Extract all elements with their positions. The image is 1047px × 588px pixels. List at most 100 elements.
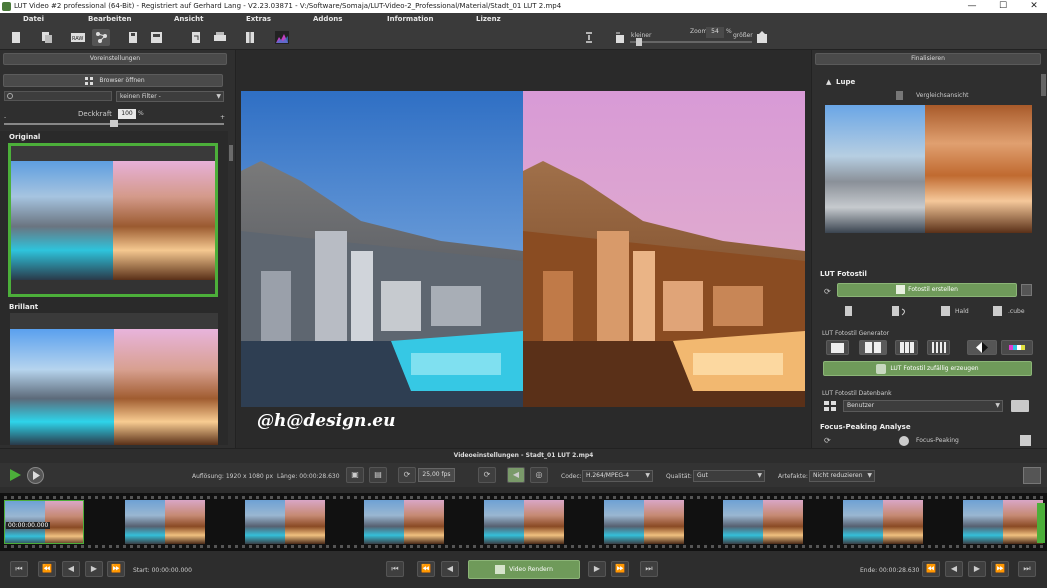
minimize-button[interactable]: — xyxy=(962,0,982,13)
raw-icon[interactable]: RAW xyxy=(68,29,86,46)
original-image[interactable] xyxy=(241,91,523,407)
collapse-arrow-icon[interactable]: ▲ xyxy=(826,78,831,86)
codec-refresh-button[interactable]: ⟳ xyxy=(478,467,496,483)
film-frame[interactable] xyxy=(604,500,684,544)
hald-label[interactable]: Hald xyxy=(955,308,969,315)
film-frame[interactable] xyxy=(245,500,325,544)
film-frame[interactable] xyxy=(963,500,1043,544)
close-button[interactable]: ✕ xyxy=(1024,0,1044,13)
fps-refresh-button[interactable]: ⟳ xyxy=(398,467,416,483)
zufaellig-erzeugen-button[interactable]: LUT Fotostil zufällig erzeugen xyxy=(823,361,1032,376)
end-step-back-button[interactable]: ◀ xyxy=(945,561,963,577)
open-file-icon[interactable] xyxy=(38,29,56,46)
gen-color-button[interactable] xyxy=(1001,340,1033,355)
end-back-button[interactable]: ⏪ xyxy=(922,561,940,577)
preset-scrollbar[interactable] xyxy=(228,131,234,445)
audio-on-icon[interactable]: ◀ xyxy=(507,467,525,483)
zoom-value-field[interactable]: 54 xyxy=(706,27,724,38)
export-icon[interactable] xyxy=(147,29,165,46)
film-frame[interactable] xyxy=(484,500,564,544)
fast-back-button[interactable]: ⏪ xyxy=(38,561,56,577)
voreinstellungen-header[interactable]: Voreinstellungen xyxy=(3,53,227,65)
lut-image[interactable] xyxy=(523,91,805,407)
back-button[interactable]: ◀ xyxy=(441,561,459,577)
menu-addons[interactable]: Addons xyxy=(313,13,342,25)
filter-select[interactable]: keinen Filter - ▼ xyxy=(116,91,224,102)
fast-forward-button[interactable]: ⏩ xyxy=(107,561,125,577)
deckkraft-slider-handle[interactable] xyxy=(110,120,118,127)
print-icon[interactable] xyxy=(187,29,205,46)
fps-field[interactable]: 25,00 fps xyxy=(418,468,455,482)
maximize-button[interactable]: ☐ xyxy=(993,0,1013,13)
right-scrollbar[interactable] xyxy=(1041,66,1046,446)
preset-search-input[interactable] xyxy=(4,91,112,101)
deckkraft-slider[interactable] xyxy=(4,120,224,127)
datenbank-select[interactable]: Benutzer ▼ xyxy=(843,400,1003,412)
film-frame[interactable] xyxy=(843,500,923,544)
undo-document-icon[interactable] xyxy=(892,306,908,316)
gen-single-button[interactable] xyxy=(826,340,849,355)
refresh-icon[interactable]: ⟳ xyxy=(824,287,831,296)
codec-select[interactable]: H.264/MPEG-4 ▼ xyxy=(582,470,653,482)
film-frame[interactable] xyxy=(125,500,205,544)
menu-bearbeiten[interactable]: Bearbeiten xyxy=(88,13,132,25)
lupe-preview[interactable] xyxy=(825,105,1032,233)
menu-extras[interactable]: Extras xyxy=(246,13,271,25)
end-step-forward-button[interactable]: ▶ xyxy=(968,561,986,577)
folder-icon[interactable] xyxy=(1011,400,1029,412)
vergleichsansicht-label[interactable]: Vergleichsansicht xyxy=(916,92,968,99)
fotostil-erstellen-button[interactable]: Fotostil erstellen xyxy=(837,283,1017,297)
cube-icon[interactable] xyxy=(993,306,1002,316)
settings-icon[interactable] xyxy=(1021,284,1032,296)
size-a-button[interactable]: ▣ xyxy=(346,467,364,483)
new-file-icon[interactable] xyxy=(7,29,25,46)
filmstrip[interactable]: 00:00:00.000 xyxy=(0,493,1047,551)
video-render-button[interactable]: Video Rendern xyxy=(468,560,580,579)
go-end-button[interactable]: ⏭ xyxy=(1018,561,1036,577)
mark-start-button[interactable]: ⏮ xyxy=(386,561,404,577)
menu-lizenz[interactable]: Lizenz xyxy=(476,13,501,25)
database-grid-icon[interactable] xyxy=(824,401,837,412)
vergleich-toggle-icon[interactable] xyxy=(896,91,903,100)
focus-refresh-icon[interactable]: ⟳ xyxy=(824,436,831,445)
focus-settings-icon[interactable] xyxy=(1020,435,1031,446)
audio-off-icon[interactable]: ◎ xyxy=(530,467,548,483)
play-forward-button[interactable]: ▶ xyxy=(588,561,606,577)
focus-peaking-label[interactable]: Focus-Peaking xyxy=(916,437,959,444)
zoom-slider-handle[interactable] xyxy=(636,38,642,46)
cube-label[interactable]: .cube xyxy=(1008,308,1025,315)
gen-three-button[interactable] xyxy=(895,340,918,355)
go-start-button[interactable]: ⏮ xyxy=(10,561,28,577)
zoom-out-icon[interactable] xyxy=(611,29,629,46)
printer-icon[interactable] xyxy=(210,29,228,46)
qualitaet-select[interactable]: Gut ▼ xyxy=(693,470,765,482)
menu-ansicht[interactable]: Ansicht xyxy=(174,13,203,25)
step-forward-button[interactable]: ▶ xyxy=(85,561,103,577)
end-marker[interactable] xyxy=(1037,503,1045,543)
hald-icon[interactable] xyxy=(941,306,950,316)
histogram-icon[interactable] xyxy=(272,29,290,46)
size-b-button[interactable]: ▤ xyxy=(369,467,387,483)
finalisieren-header[interactable]: Finalisieren xyxy=(815,53,1041,65)
play-circle-icon[interactable] xyxy=(27,467,44,484)
gen-contrast-button[interactable] xyxy=(967,340,997,355)
fast-forward-2-button[interactable]: ⏩ xyxy=(611,561,629,577)
zoom-slider[interactable] xyxy=(630,38,752,46)
prev-button[interactable]: ⏪ xyxy=(417,561,435,577)
save-icon[interactable] xyxy=(124,29,142,46)
document-icon[interactable] xyxy=(845,306,852,316)
mark-end-button[interactable]: ⏭ xyxy=(640,561,658,577)
deckkraft-field[interactable]: 100 xyxy=(118,109,136,119)
film-frame[interactable] xyxy=(364,500,444,544)
zoom-in-icon[interactable] xyxy=(753,29,771,46)
preset-brillant-thumbnail[interactable] xyxy=(10,313,218,445)
compare-icon[interactable] xyxy=(241,29,259,46)
preset-original-thumbnail[interactable] xyxy=(8,143,218,297)
gen-two-button[interactable] xyxy=(859,340,887,355)
fit-icon[interactable] xyxy=(580,29,598,46)
right-scrollbar-thumb[interactable] xyxy=(1041,74,1046,96)
video-export-icon[interactable] xyxy=(1023,467,1041,484)
preset-scrollbar-thumb[interactable] xyxy=(229,145,233,161)
step-back-button[interactable]: ◀ xyxy=(62,561,80,577)
gen-four-button[interactable] xyxy=(927,340,950,355)
